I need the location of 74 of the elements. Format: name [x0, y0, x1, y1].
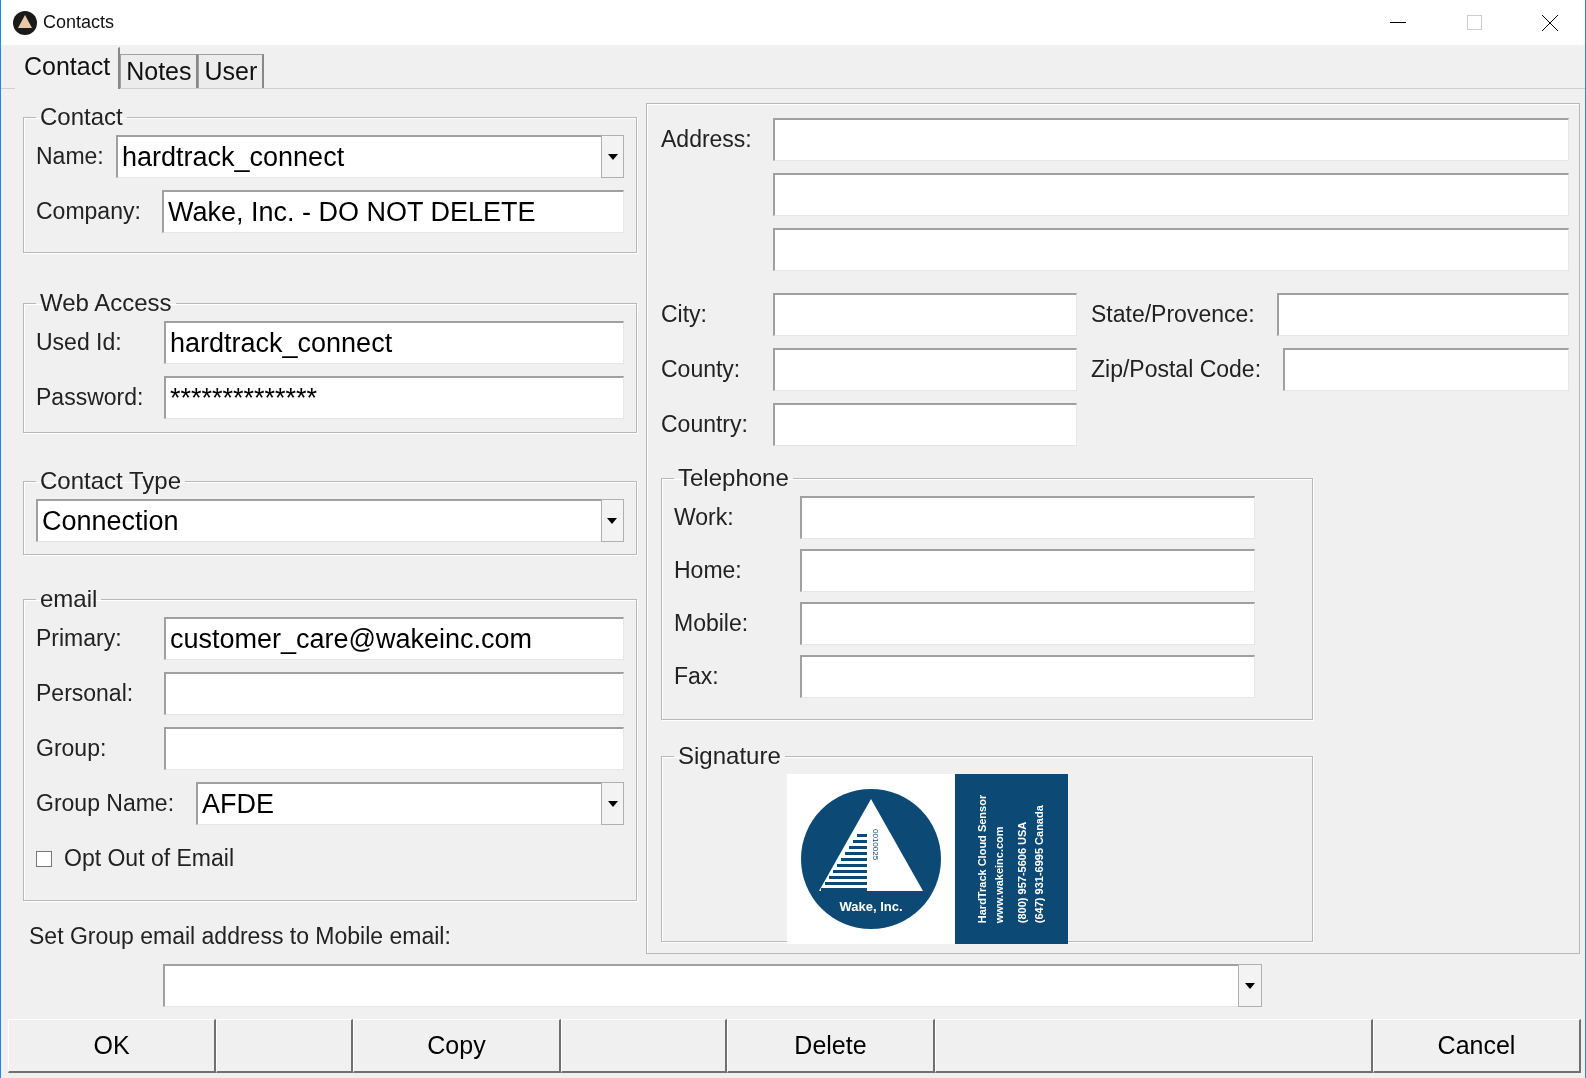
city-field[interactable]	[773, 293, 1077, 336]
state-field[interactable]	[1277, 293, 1569, 336]
app-logo-icon	[13, 10, 37, 35]
field-label: Password:	[36, 384, 145, 411]
country-field[interactable]	[773, 403, 1077, 446]
field-label: Work:	[674, 504, 735, 531]
card-text: (647) 931-6995 Canada	[1034, 804, 1045, 924]
address-field[interactable]	[773, 173, 1569, 216]
phone-field[interactable]	[800, 655, 1255, 698]
group-name-field[interactable]: AFDE	[196, 782, 602, 825]
field-label: Personal:	[36, 680, 135, 707]
field-label: Group Name:	[36, 790, 176, 817]
dialog-button[interactable]: Delete	[727, 1019, 935, 1073]
email-field[interactable]	[164, 727, 624, 770]
field-label: Fax:	[674, 663, 720, 690]
card-text: HardTrack Cloud Sensor	[977, 794, 988, 924]
tab[interactable]: Notes	[120, 54, 199, 88]
company-field[interactable]: Wake, Inc. - DO NOT DELETE	[162, 190, 624, 233]
email-field[interactable]: customer_care@wakeinc.com	[164, 617, 624, 660]
field-label: Name:	[36, 143, 105, 170]
group-title: email	[39, 585, 99, 613]
group-title: Contact	[39, 103, 124, 131]
field-label: Set Group email address to Mobile email:	[29, 923, 452, 950]
dropdown-button[interactable]	[1238, 964, 1262, 1007]
dialog-button[interactable]: Copy	[353, 1019, 561, 1073]
checkbox-label: Opt Out of Email	[64, 845, 234, 872]
field-label: Primary:	[36, 625, 123, 652]
dropdown-button[interactable]	[600, 499, 624, 542]
phone-field[interactable]	[800, 496, 1255, 539]
checkbox[interactable]	[36, 850, 52, 867]
name-field[interactable]: hardtrack_connect	[116, 135, 601, 178]
address-field[interactable]	[773, 228, 1569, 271]
field-label: Zip/Postal Code:	[1091, 356, 1262, 382]
field-label: Home:	[674, 557, 743, 584]
county-field[interactable]	[773, 348, 1077, 391]
contact-type-field[interactable]: Connection	[36, 499, 601, 542]
field-label: Group:	[36, 735, 108, 762]
phone-field[interactable]	[800, 602, 1255, 645]
address-field[interactable]	[773, 118, 1569, 161]
company-logo-drawing: 0010025 Wake, Inc.	[800, 789, 941, 929]
group-title: Signature	[677, 742, 782, 770]
dropdown-arrow-icon	[607, 800, 618, 807]
window-title: Contacts	[43, 12, 116, 33]
field-label: Used Id:	[36, 329, 123, 356]
group-title: Telephone	[677, 464, 790, 492]
field-label: State/Provence:	[1091, 301, 1255, 327]
field-label: County:	[661, 356, 742, 383]
group-title: Contact Type	[39, 467, 182, 495]
dialog-button[interactable]: Cancel	[1373, 1019, 1581, 1073]
user-id-field[interactable]: hardtrack_connect	[164, 321, 624, 364]
dropdown-button[interactable]	[601, 135, 624, 178]
email-field[interactable]	[164, 672, 624, 715]
dropdown-arrow-icon	[607, 153, 618, 160]
tab[interactable]: User	[198, 54, 265, 88]
card-text: (800) 957-5606 USA	[1017, 820, 1028, 924]
dialog-button[interactable]: OK	[8, 1019, 216, 1073]
dropdown-button[interactable]	[601, 782, 624, 825]
group-email-field[interactable]	[163, 964, 1239, 1007]
zip-field[interactable]	[1283, 348, 1569, 391]
password-field[interactable]: **************	[164, 376, 624, 419]
field-label: Country:	[661, 411, 749, 438]
minimize-icon	[1390, 21, 1406, 24]
card-text: www.wakeinc.com	[994, 825, 1005, 924]
tab[interactable]: Contact	[15, 47, 121, 89]
field-label: Address:	[661, 126, 753, 153]
dropdown-arrow-icon	[607, 517, 618, 524]
close-icon	[1542, 14, 1558, 31]
phone-field[interactable]	[800, 549, 1255, 592]
maximize-icon	[1466, 15, 1482, 30]
field-label: Company:	[36, 198, 142, 225]
dropdown-arrow-icon	[1245, 982, 1256, 989]
field-label: Mobile:	[674, 610, 750, 637]
field-label: City:	[661, 301, 708, 328]
group-title: Web Access	[39, 289, 173, 317]
